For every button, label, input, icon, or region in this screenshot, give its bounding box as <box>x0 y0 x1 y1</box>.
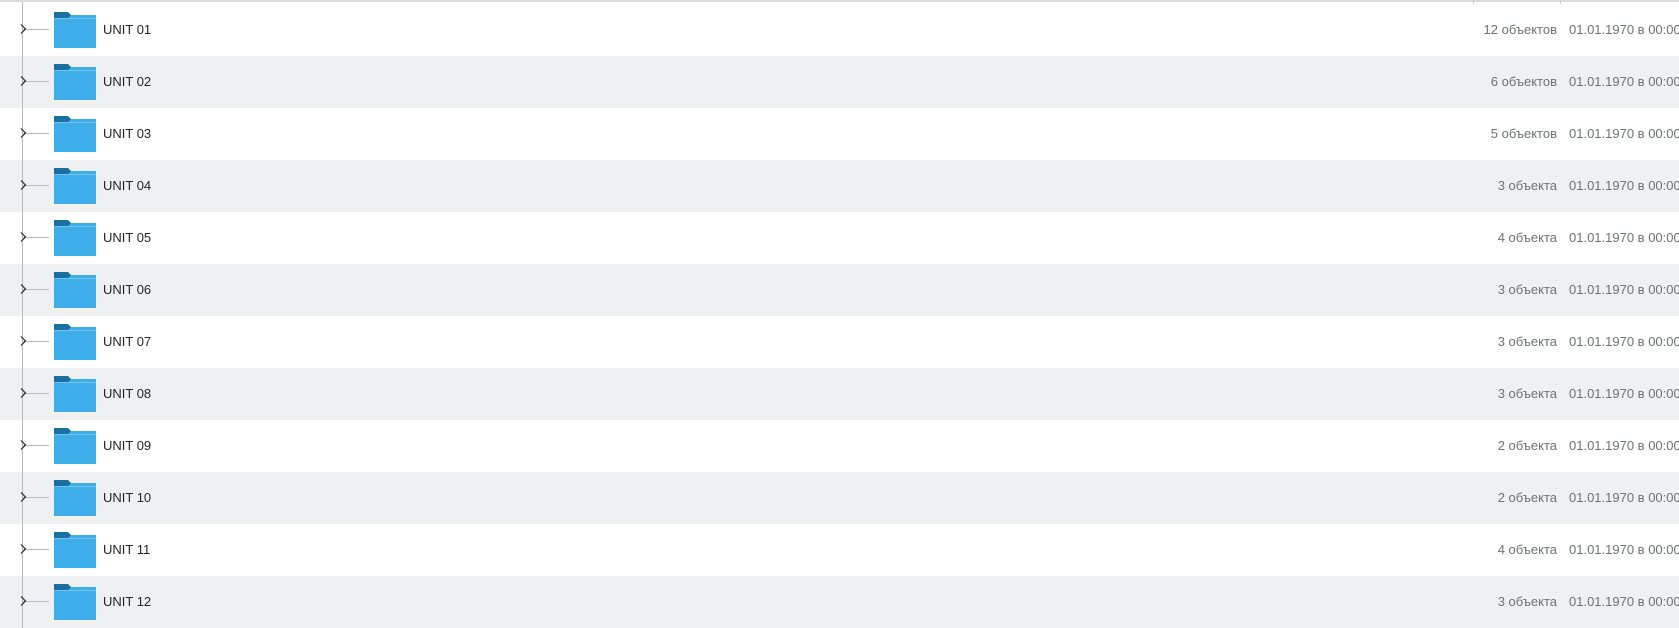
file-item-count: 6 объектов <box>1490 74 1557 89</box>
file-name: UNIT 10 <box>103 490 152 505</box>
file-modified-date: 01.01.1970 в 00:00 <box>1569 22 1679 37</box>
file-row[interactable]: UNIT 03 5 объектов 01.01.1970 в 00:00 <box>0 108 1679 160</box>
file-modified-date: 01.01.1970 в 00:00 <box>1569 74 1679 89</box>
chevron-right-icon[interactable] <box>17 439 29 451</box>
folder-icon <box>54 64 96 100</box>
chevron-right-icon[interactable] <box>17 127 29 139</box>
folder-icon <box>54 376 96 412</box>
file-name: UNIT 05 <box>103 230 152 245</box>
header-border <box>0 0 1679 2</box>
file-modified-date: 01.01.1970 в 00:00 <box>1569 126 1679 141</box>
chevron-right-icon[interactable] <box>17 179 29 191</box>
file-name: UNIT 09 <box>103 438 152 453</box>
file-name: UNIT 06 <box>103 282 152 297</box>
chevron-right-icon[interactable] <box>17 283 29 295</box>
file-name: UNIT 01 <box>103 22 152 37</box>
folder-icon <box>54 324 96 360</box>
file-modified-date: 01.01.1970 в 00:00 <box>1569 490 1679 505</box>
file-modified-date: 01.01.1970 в 00:00 <box>1569 438 1679 453</box>
chevron-right-icon[interactable] <box>17 595 29 607</box>
file-tree-view: UNIT 01 12 объектов 01.01.1970 в 00:00 U… <box>0 0 1679 628</box>
file-modified-date: 01.01.1970 в 00:00 <box>1569 594 1679 609</box>
chevron-right-icon[interactable] <box>17 543 29 555</box>
folder-icon <box>54 168 96 204</box>
file-row[interactable]: UNIT 11 4 объекта 01.01.1970 в 00:00 <box>0 524 1679 576</box>
chevron-right-icon[interactable] <box>17 387 29 399</box>
folder-icon <box>54 532 96 568</box>
file-item-count: 5 объектов <box>1490 126 1557 141</box>
file-row[interactable]: UNIT 07 3 объекта 01.01.1970 в 00:00 <box>0 316 1679 368</box>
file-row[interactable]: UNIT 06 3 объекта 01.01.1970 в 00:00 <box>0 264 1679 316</box>
folder-icon <box>54 116 96 152</box>
file-row[interactable]: UNIT 12 3 объекта 01.01.1970 в 00:00 <box>0 576 1679 628</box>
file-row[interactable]: UNIT 09 2 объекта 01.01.1970 в 00:00 <box>0 420 1679 472</box>
file-name: UNIT 08 <box>103 386 152 401</box>
file-name: UNIT 12 <box>103 594 152 609</box>
file-item-count: 4 объекта <box>1497 542 1557 557</box>
file-name: UNIT 11 <box>103 542 151 557</box>
file-item-count: 12 объектов <box>1483 22 1557 37</box>
chevron-right-icon[interactable] <box>17 335 29 347</box>
file-name: UNIT 02 <box>103 74 152 89</box>
folder-icon <box>54 584 96 620</box>
file-row[interactable]: UNIT 02 6 объектов 01.01.1970 в 00:00 <box>0 56 1679 108</box>
folder-icon <box>54 480 96 516</box>
folder-icon <box>54 272 96 308</box>
file-modified-date: 01.01.1970 в 00:00 <box>1569 386 1679 401</box>
file-modified-date: 01.01.1970 в 00:00 <box>1569 230 1679 245</box>
file-item-count: 2 объекта <box>1497 490 1557 505</box>
file-item-count: 3 объекта <box>1497 334 1557 349</box>
file-item-count: 3 объекта <box>1497 594 1557 609</box>
chevron-right-icon[interactable] <box>17 231 29 243</box>
folder-icon <box>54 220 96 256</box>
file-modified-date: 01.01.1970 в 00:00 <box>1569 178 1679 193</box>
file-row[interactable]: UNIT 01 12 объектов 01.01.1970 в 00:00 <box>0 4 1679 56</box>
file-modified-date: 01.01.1970 в 00:00 <box>1569 282 1679 297</box>
file-item-count: 4 объекта <box>1497 230 1557 245</box>
file-modified-date: 01.01.1970 в 00:00 <box>1569 334 1679 349</box>
file-item-count: 2 объекта <box>1497 438 1557 453</box>
file-row[interactable]: UNIT 08 3 объекта 01.01.1970 в 00:00 <box>0 368 1679 420</box>
tree-connector-line <box>22 2 23 628</box>
chevron-right-icon[interactable] <box>17 75 29 87</box>
file-name: UNIT 03 <box>103 126 152 141</box>
folder-icon <box>54 428 96 464</box>
chevron-right-icon[interactable] <box>17 491 29 503</box>
file-item-count: 3 объекта <box>1497 386 1557 401</box>
file-row[interactable]: UNIT 05 4 объекта 01.01.1970 в 00:00 <box>0 212 1679 264</box>
folder-icon <box>54 12 96 48</box>
file-row[interactable]: UNIT 10 2 объекта 01.01.1970 в 00:00 <box>0 472 1679 524</box>
file-item-count: 3 объекта <box>1497 282 1557 297</box>
chevron-right-icon[interactable] <box>17 23 29 35</box>
file-item-count: 3 объекта <box>1497 178 1557 193</box>
file-name: UNIT 04 <box>103 178 152 193</box>
file-row[interactable]: UNIT 04 3 объекта 01.01.1970 в 00:00 <box>0 160 1679 212</box>
file-modified-date: 01.01.1970 в 00:00 <box>1569 542 1679 557</box>
file-list: UNIT 01 12 объектов 01.01.1970 в 00:00 U… <box>0 4 1679 628</box>
file-name: UNIT 07 <box>103 334 152 349</box>
